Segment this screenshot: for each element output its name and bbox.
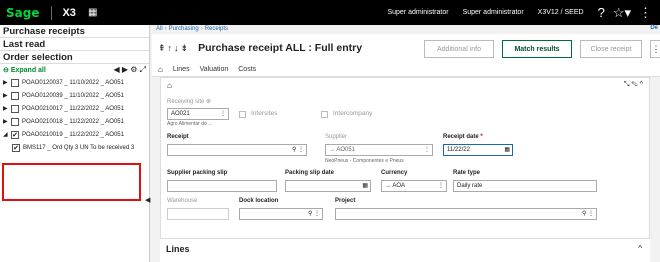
expand-arrow-icon[interactable]: ▶ xyxy=(3,79,11,86)
intersites-checkbox[interactable] xyxy=(239,111,246,118)
page-title: Purchase receipt ALL : Full entry xyxy=(198,42,363,54)
expand-arrow-icon[interactable]: ▶ xyxy=(3,118,11,125)
tab-costs[interactable]: Costs xyxy=(238,66,256,73)
row-checkbox[interactable] xyxy=(11,117,19,126)
packing-slip-field[interactable] xyxy=(167,180,277,192)
breadcrumb-all[interactable]: All xyxy=(156,26,163,32)
dock-location-label: Dock location xyxy=(239,198,279,204)
help-icon[interactable]: ? xyxy=(598,5,605,20)
receipt-date-label: Receipt date * xyxy=(443,134,483,140)
warehouse-label: Warehouse xyxy=(167,198,198,204)
row-checkbox[interactable] xyxy=(11,91,19,100)
search-icon[interactable]: ⚲ ⋮ xyxy=(308,209,320,219)
section-last-read[interactable]: Last read xyxy=(0,38,149,51)
close-receipt-button[interactable]: Close receipt xyxy=(580,40,642,58)
packing-slip-date-field[interactable]: ▦ xyxy=(285,180,371,192)
de-link[interactable]: De xyxy=(650,25,658,31)
tab-valuation[interactable]: Valuation xyxy=(200,66,229,73)
intercompany-checkbox[interactable] xyxy=(321,111,328,118)
options-icon[interactable]: ⋮ xyxy=(424,145,430,155)
sage-logo[interactable]: Sage xyxy=(6,6,39,20)
warehouse-field[interactable] xyxy=(167,208,229,220)
order-tree: ▶ POAO0120037 _ 11/10/2022 _ AO051 ▶ POAO0… xyxy=(0,76,149,154)
expand-arrow-icon[interactable]: ▶ xyxy=(3,105,11,112)
folder-name[interactable]: X3V12 / SEED xyxy=(538,9,584,16)
options-icon[interactable]: ⋮ xyxy=(438,181,444,191)
tab-lines[interactable]: Lines xyxy=(173,66,190,73)
tree-row[interactable]: ▶ POAO0120039 _ 11/10/2022 _ AO051 xyxy=(0,89,149,102)
project-field[interactable]: ⚲ ⋮ xyxy=(335,208,597,220)
record-nav-icons[interactable]: ⇞↑↓⇟ xyxy=(158,43,190,54)
receipt-field[interactable]: ⚲ ⋮ xyxy=(167,144,307,156)
header-card: ⌂ ⤡ ✎ ^ Receiving site ⊗ AO021 ⋮ Agro Ali… xyxy=(160,77,650,242)
calendar-icon[interactable]: ▦ xyxy=(504,145,510,155)
breadcrumb-purchasing[interactable]: Purchasing xyxy=(169,26,199,32)
product-name: X3 xyxy=(62,6,76,19)
user-name[interactable]: Super administrator xyxy=(387,9,448,16)
collapse-arrow-icon[interactable]: ◢ xyxy=(3,131,11,138)
currency-label: Currency xyxy=(381,170,408,176)
divider xyxy=(51,5,53,20)
match-results-button[interactable]: Match results xyxy=(502,40,572,58)
navigation-icons[interactable]: ◀ ▶ ⚙ ⤢ xyxy=(113,65,146,75)
lines-card: Lines ^ xyxy=(160,238,650,262)
receiving-site-desc: Agro Alimentar do ... xyxy=(167,121,213,127)
main-area: All › Purchasing › Receipts De ⇞↑↓⇟ Purchase… xyxy=(152,25,660,262)
collapse-panel-icon[interactable]: ◀ xyxy=(145,196,150,204)
calendar-icon[interactable]: ▦ xyxy=(362,181,368,191)
home-tab-icon[interactable]: ⌂ xyxy=(158,65,163,74)
packing-slip-label: Supplier packing slip xyxy=(167,170,228,176)
rate-type-field[interactable]: Daily rate xyxy=(453,180,597,192)
more-icon[interactable]: ⋮ xyxy=(639,5,652,21)
tree-row[interactable]: ▶ POAO0120037 _ 11/10/2022 _ AO051 xyxy=(0,76,149,89)
left-panel: Purchase receipts Last read Order select… xyxy=(0,25,150,262)
top-bar: Sage X3 ▦ Super administrator Super admi… xyxy=(0,0,660,25)
section-purchase-receipts[interactable]: Purchase receipts xyxy=(0,25,149,38)
additional-info-button[interactable]: Additional info xyxy=(424,40,494,58)
tree-sub-row[interactable]: ✔ BMS117 _ Ord Qty 3 UN To be received 3 xyxy=(0,141,149,154)
collapse-chevron-icon[interactable]: ^ xyxy=(638,244,642,253)
breadcrumb: All › Purchasing › Receipts xyxy=(156,26,229,32)
more-actions-icon[interactable]: ⋮ xyxy=(650,40,660,58)
receipt-date-field[interactable]: 11/22/22 ▦ xyxy=(443,144,513,156)
currency-field[interactable]: → AOA ⋮ xyxy=(381,180,447,192)
tree-row[interactable]: ▶ POAO0210018 _ 11/22/2022 _ AO051 xyxy=(0,115,149,128)
supplier-desc: NeoPneus - Componentes e Pneus xyxy=(325,158,404,164)
tree-row[interactable]: ▶ POAO0210017 _ 11/22/2022 _ AO051 xyxy=(0,102,149,115)
lines-section-title: Lines xyxy=(166,244,190,254)
rate-type-label: Rate type xyxy=(453,170,481,176)
highlight-box xyxy=(2,163,141,201)
row-checkbox-checked[interactable]: ✔ xyxy=(11,130,19,139)
project-label: Project xyxy=(335,198,356,204)
packing-slip-date-label: Packing slip date xyxy=(285,170,335,176)
receiving-site-field[interactable]: AO021 ⋮ xyxy=(167,108,229,120)
calendar-icon[interactable]: ▦ xyxy=(88,7,97,18)
supplier-label: Supplier xyxy=(325,134,348,140)
star-icon[interactable]: ☆▾ xyxy=(613,5,631,21)
dock-location-field[interactable]: ⚲ ⋮ xyxy=(239,208,323,220)
card-tool-icons[interactable]: ⤡ ✎ ^ xyxy=(624,81,643,89)
expand-all-button[interactable]: ⊖ Expand all xyxy=(3,66,46,74)
row-checkbox[interactable] xyxy=(11,78,19,87)
intersites-label: Intersites xyxy=(251,110,278,117)
home-icon: ⌂ xyxy=(167,81,172,90)
tree-row-selected[interactable]: ◢ ✔ POAO0210019 _ 11/22/2022 _ AO051 xyxy=(0,128,149,141)
section-order-selection[interactable]: Order selection xyxy=(0,51,149,64)
row-checkbox-checked[interactable]: ✔ xyxy=(12,143,20,152)
expand-arrow-icon[interactable]: ▶ xyxy=(3,92,11,99)
supplier-field[interactable]: → AO051 ⋮ xyxy=(325,144,433,156)
tab-bar: ⌂ Lines Valuation Costs xyxy=(152,62,660,77)
search-icon[interactable]: ⚲ ⋮ xyxy=(582,209,594,219)
receiving-site-label: Receiving site ⊗ xyxy=(167,99,212,105)
receipt-label: Receipt xyxy=(167,134,189,140)
user-role[interactable]: Super administrator xyxy=(463,9,524,16)
breadcrumb-receipts[interactable]: Receipts xyxy=(205,26,228,32)
search-icon[interactable]: ⚲ ⋮ xyxy=(292,145,304,155)
tree-toolbar: ⊖ Expand all ◀ ▶ ⚙ ⤢ xyxy=(0,64,149,76)
row-checkbox[interactable] xyxy=(11,104,19,113)
options-icon[interactable]: ⋮ xyxy=(220,109,226,119)
intercompany-label: Intercompany xyxy=(333,110,373,117)
